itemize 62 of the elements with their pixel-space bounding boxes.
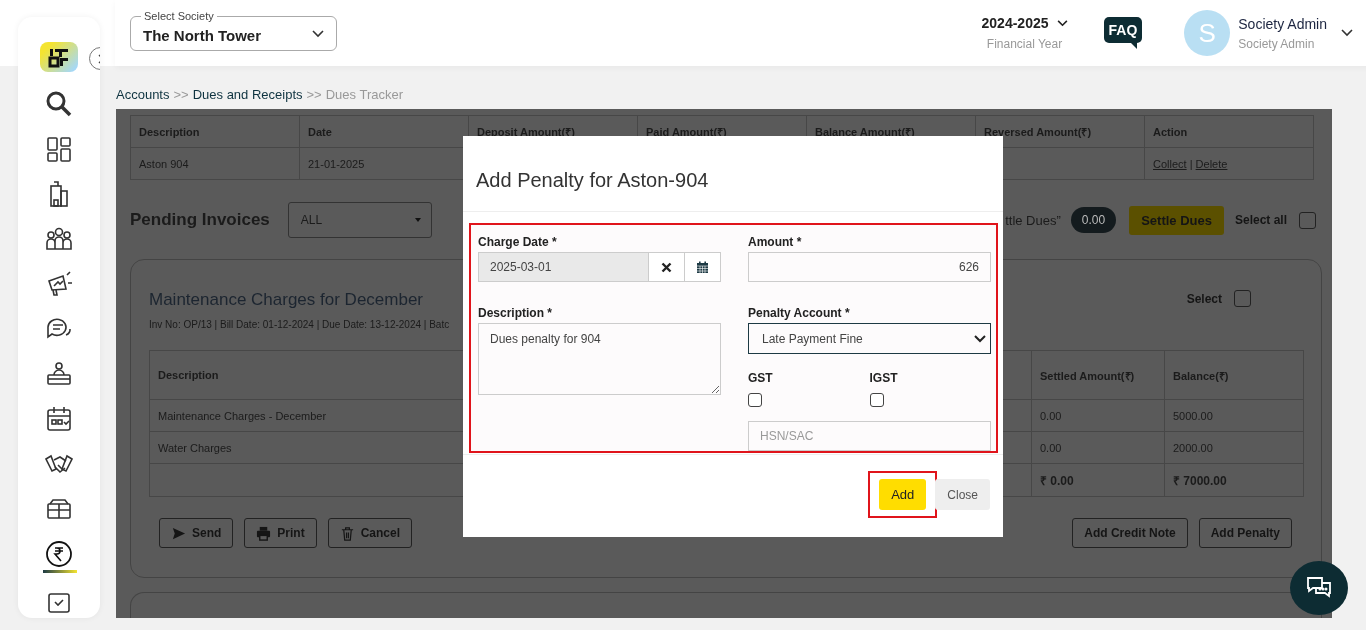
nav-item[interactable] bbox=[41, 539, 77, 573]
select-all-label: Select all bbox=[1234, 213, 1287, 227]
link-separator: | bbox=[1189, 157, 1193, 170]
print-icon bbox=[256, 525, 272, 541]
table-cell: 0.00 bbox=[1031, 431, 1165, 464]
user-avatar: S bbox=[1184, 10, 1231, 56]
chevron-icon bbox=[312, 30, 324, 38]
table-cell: Aston 904 bbox=[130, 147, 300, 180]
select-checkbox[interactable] bbox=[1234, 290, 1251, 307]
field-label: Charge Date * bbox=[478, 235, 558, 249]
close-button[interactable]: Close bbox=[935, 479, 990, 510]
penalty-account-select[interactable]: Late Payment Fine bbox=[748, 323, 991, 354]
field-label: Penalty Account * bbox=[748, 306, 851, 320]
breadcrumb-link[interactable]: Dues and Receipts bbox=[192, 87, 303, 102]
igst-checkbox[interactable] bbox=[869, 393, 884, 407]
table-cell: 5000.00 bbox=[1164, 399, 1304, 432]
column-header: Settled Amount(₹) bbox=[1031, 350, 1165, 400]
financial-year-label: Financial Year bbox=[986, 37, 1063, 51]
total-cell: ₹ 0.00 bbox=[1031, 463, 1165, 497]
field-label: Amount * bbox=[748, 235, 803, 249]
column-header: Balance(₹) bbox=[1164, 350, 1304, 400]
breadcrumb-link[interactable]: Accounts bbox=[116, 87, 170, 102]
breadcrumb-separator: >> bbox=[306, 87, 322, 102]
modal-title: Add Penalty for Aston-904 bbox=[463, 136, 1003, 212]
calendar-button[interactable] bbox=[685, 252, 721, 282]
gst-checkbox[interactable] bbox=[748, 393, 762, 407]
chevron-icon bbox=[1056, 19, 1068, 27]
select-label: Select bbox=[1186, 291, 1222, 306]
send-icon bbox=[171, 525, 186, 541]
clear-button[interactable] bbox=[649, 252, 685, 282]
financial-year-select[interactable]: 2024-2025 bbox=[981, 15, 1068, 31]
date-field[interactable]: 2025-03-01 bbox=[478, 252, 649, 282]
chat-icon bbox=[1305, 575, 1333, 601]
user-role: Society Admin bbox=[1238, 36, 1316, 51]
column-header: Description bbox=[130, 115, 300, 148]
section-title: Pending Invoices bbox=[130, 210, 270, 230]
amount-field[interactable]: 626 bbox=[748, 252, 991, 282]
checkbox-label: IGST bbox=[869, 371, 899, 385]
breadcrumb-separator: >> bbox=[173, 87, 189, 102]
trash-icon bbox=[339, 525, 355, 541]
table-cell: 2000.00 bbox=[1164, 431, 1304, 464]
select-all-checkbox[interactable] bbox=[1299, 211, 1316, 229]
calendar-icon bbox=[696, 260, 709, 274]
column-header: Description bbox=[149, 350, 465, 400]
close-icon bbox=[661, 261, 672, 273]
logo-icon bbox=[40, 42, 78, 72]
column-header: Action bbox=[1144, 115, 1314, 148]
add-button[interactable]: Add bbox=[879, 479, 927, 510]
total-cell: ₹ 7000.00 bbox=[1164, 463, 1304, 497]
table-cell: 0.00 bbox=[1031, 399, 1165, 432]
invoice-meta: Inv No: OP/13 | Bill Date: 01-12-2024 | Due Date: 13-12-2024 | Batc bbox=[149, 319, 450, 330]
field-label: Description * bbox=[478, 306, 553, 320]
chevron-icon bbox=[974, 334, 986, 343]
society-select-label: Select Society bbox=[141, 9, 217, 22]
invoice-title: Maintenance Charges for December bbox=[149, 290, 425, 310]
user-name: Society Admin bbox=[1238, 15, 1327, 32]
chevron-icon[interactable] bbox=[1341, 29, 1353, 37]
hsn-field[interactable]: HSN/SAC bbox=[748, 421, 991, 451]
hint-text: ttle Dues” bbox=[1005, 212, 1061, 228]
description-field[interactable]: Dues penalty for 904 bbox=[478, 323, 721, 395]
total-pill: 0.00 bbox=[1070, 207, 1117, 233]
checkbox-label: GST bbox=[748, 371, 774, 385]
